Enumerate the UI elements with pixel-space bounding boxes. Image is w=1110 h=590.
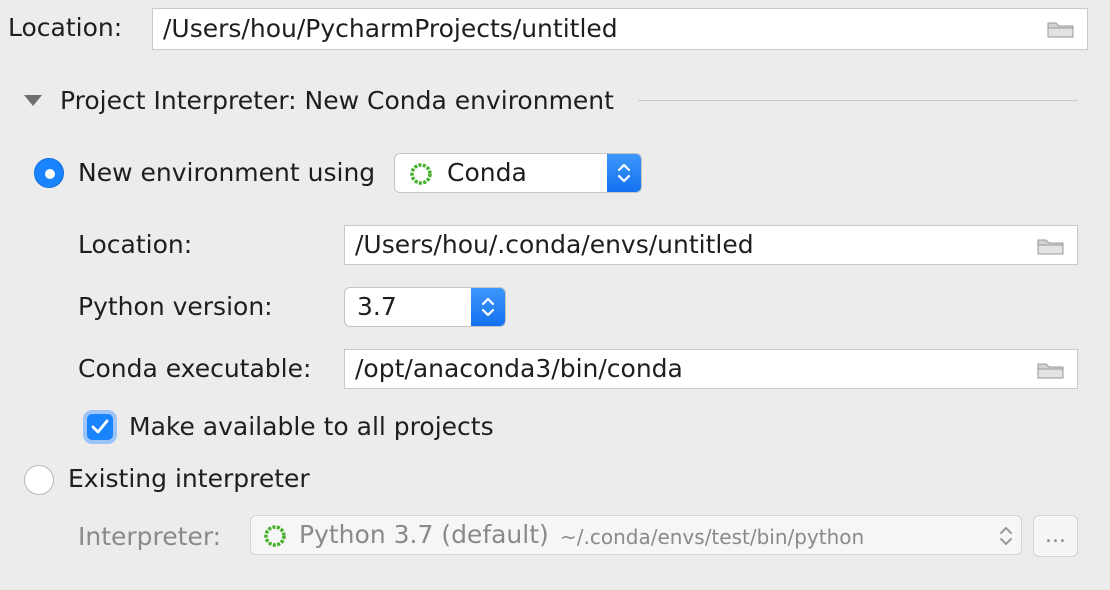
new-environment-radio[interactable] [34, 158, 64, 188]
existing-interpreter-label[interactable]: Existing interpreter [68, 464, 310, 494]
interpreter-path: ~/.conda/envs/test/bin/python [560, 525, 865, 549]
make-available-checkbox[interactable] [87, 414, 113, 440]
project-location-field[interactable]: /Users/hou/PycharmProjects/untitled [152, 8, 1088, 50]
conda-icon [264, 525, 286, 547]
select-stepper[interactable] [471, 288, 505, 326]
environment-tool-value: Conda [447, 158, 527, 187]
env-location-field[interactable]: /Users/hou/.conda/envs/untitled [344, 225, 1078, 265]
python-version-select[interactable]: 3.7 [344, 287, 506, 327]
project-location-label: Location: [8, 13, 123, 42]
conda-executable-value: /opt/anaconda3/bin/conda [355, 354, 683, 383]
chevron-updown-icon [1000, 527, 1012, 545]
existing-interpreter-radio[interactable] [24, 465, 54, 495]
project-location-value: /Users/hou/PycharmProjects/untitled [163, 14, 618, 43]
environment-tool-select[interactable]: Conda [394, 153, 642, 193]
collapse-triangle-icon[interactable] [24, 95, 42, 107]
conda-executable-field[interactable]: /opt/anaconda3/bin/conda [344, 349, 1078, 389]
conda-executable-label: Conda executable: [78, 354, 312, 383]
chevron-updown-icon [617, 163, 631, 183]
section-title: Project Interpreter: New Conda environme… [60, 86, 614, 115]
env-location-label: Location: [78, 230, 193, 259]
python-version-label: Python version: [78, 292, 273, 321]
folder-icon[interactable] [1047, 20, 1075, 38]
browse-interpreter-button[interactable]: ... [1033, 515, 1078, 557]
env-location-value: /Users/hou/.conda/envs/untitled [355, 230, 754, 259]
chevron-updown-icon [481, 297, 495, 317]
interpreter-select[interactable]: Python 3.7 (default) ~/.conda/envs/test/… [250, 515, 1022, 555]
select-stepper[interactable] [607, 154, 641, 192]
make-available-label[interactable]: Make available to all projects [129, 412, 494, 442]
section-separator [638, 100, 1078, 101]
folder-icon[interactable] [1037, 237, 1065, 255]
interpreter-label: Interpreter: [78, 522, 222, 551]
checkmark-icon [91, 419, 109, 434]
folder-icon[interactable] [1037, 361, 1065, 379]
python-version-value: 3.7 [357, 292, 397, 321]
conda-icon [410, 163, 432, 185]
new-environment-label[interactable]: New environment using [78, 158, 375, 188]
interpreter-name: Python 3.7 (default) [299, 520, 549, 549]
